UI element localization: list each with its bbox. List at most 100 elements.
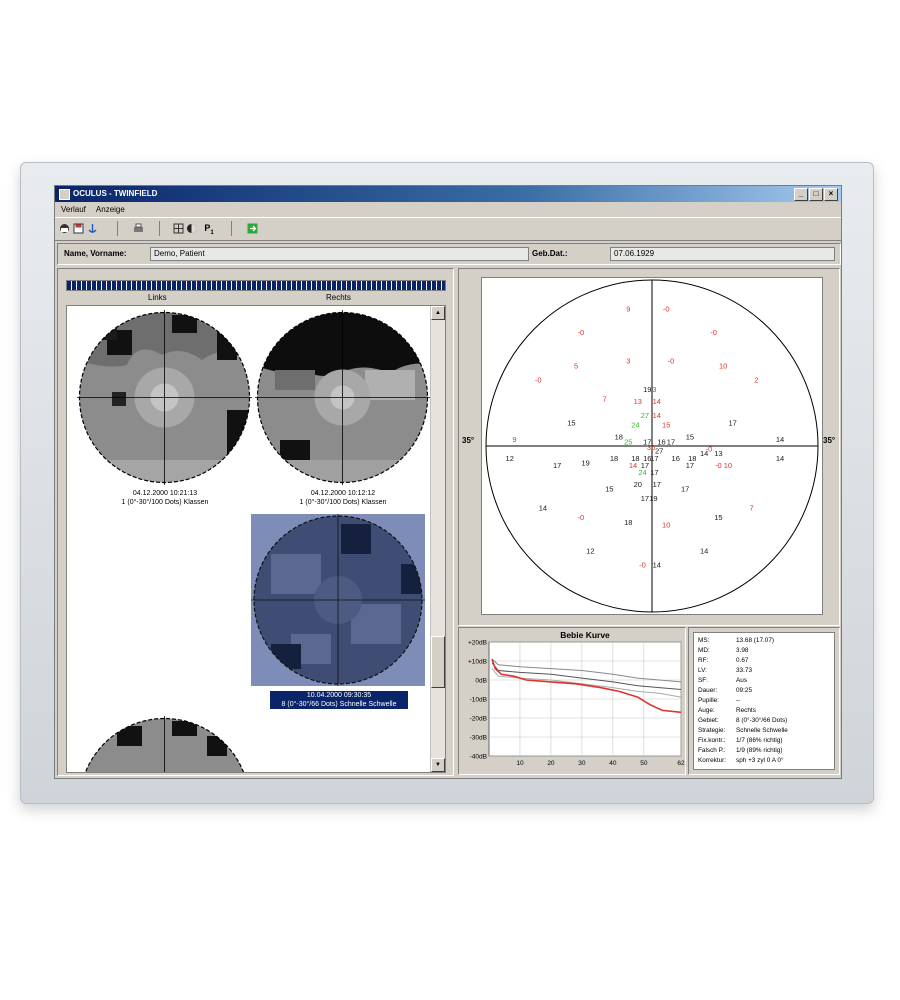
visual-field-map-right[interactable] [255, 310, 430, 485]
save-icon[interactable] [73, 223, 84, 234]
menu-verlauf[interactable]: Verlauf [61, 205, 86, 214]
y-tick-label: +10dB [468, 659, 487, 666]
exam-caption[interactable]: 04.12.2000 10:21:13 1 (0°-30°/100 Dots) K… [75, 489, 255, 507]
y-tick-label: -20dB [470, 716, 487, 723]
toolbar-separator [159, 221, 160, 236]
patient-name-field[interactable]: Demo, Patient [150, 247, 529, 261]
open-icon[interactable] [59, 223, 70, 234]
threshold-value: 24 [631, 421, 639, 430]
stat-row: RF: 0.67 [698, 656, 748, 665]
stat-key: Fix.kontr.: [698, 737, 726, 744]
exit-icon[interactable] [247, 223, 258, 234]
scroll-up-button[interactable]: ▲ [431, 306, 445, 320]
exam-caption-selected[interactable]: 10.04.2000 09:30:35 8 (0°-30°/66 Dots) Sc… [270, 691, 408, 709]
close-button[interactable]: × [824, 188, 838, 201]
anchor-icon[interactable] [87, 223, 98, 234]
threshold-value: 5 [574, 361, 578, 370]
threshold-value: 20 [634, 480, 642, 489]
exam-date: 04.12.2000 10:12:12 [310, 490, 376, 497]
threshold-value: 14 [776, 435, 784, 444]
threshold-value: -0 [535, 376, 542, 385]
toolbar-separator [117, 221, 118, 236]
progress-bar [66, 280, 446, 291]
exam-program: 8 (0°-30°/66 Dots) Schnelle Schwelle [281, 701, 397, 708]
threshold-value: 14 [776, 454, 784, 463]
name-label: Name, Vorname: [64, 249, 127, 258]
stat-key: MD: [698, 647, 710, 654]
stat-row: Falsch P.: 1/9 (89% richtig) [698, 746, 783, 755]
p1-icon[interactable]: P1 [201, 223, 217, 236]
threshold-value: -0 [710, 328, 717, 337]
vertical-scrollbar[interactable]: ▲ ▼ [430, 306, 445, 772]
edge-label-left: 35° [462, 436, 475, 445]
threshold-value: 12 [506, 454, 514, 463]
statistics-box: MS: 13.68 (17.07) MD: 3.98 RF: 0.67 LV: 33.73 SF… [693, 632, 835, 770]
toolbar-separator [231, 221, 232, 236]
print-icon[interactable] [133, 223, 144, 234]
menu-anzeige[interactable]: Anzeige [96, 205, 125, 214]
threshold-value: 18 [615, 433, 623, 442]
visual-field-map-left-partial[interactable] [77, 716, 252, 773]
scroll-down-button[interactable]: ▼ [431, 758, 445, 772]
column-header-left: Links [148, 293, 167, 302]
column-header-right: Rechts [326, 293, 351, 302]
exam-date: 04.12.2000 10:21:13 [132, 490, 198, 497]
threshold-value: 14 [653, 411, 661, 420]
threshold-value: 24 [638, 468, 646, 477]
stat-key: Dauer: [698, 687, 718, 694]
threshold-value: 16 [672, 454, 680, 463]
app-window: OCULUS - TWINFIELD _ □ × Verlauf Anzeige P1… [54, 185, 842, 779]
stat-row: MD: 3.98 [698, 646, 748, 655]
stat-key: Falsch P.: [698, 747, 726, 754]
threshold-value: 15 [686, 433, 694, 442]
progress-fill [67, 281, 445, 290]
threshold-value: 14 [539, 504, 547, 513]
x-tick-label: 20 [547, 760, 555, 767]
threshold-value: 10 [719, 361, 727, 370]
bebie-curve-chart[interactable]: Bebie Kurve +20dB +10dB 0dB -10dB -20dB -30dB… [459, 628, 685, 774]
threshold-value: 13 [714, 449, 722, 458]
threshold-value: 10 [662, 520, 670, 529]
threshold-value: 9 [512, 435, 516, 444]
threshold-value: 18 [624, 518, 632, 527]
stat-key: RF: [698, 657, 709, 664]
scroll-thumb[interactable] [431, 636, 445, 688]
stat-row: Korrektur: sph +3 zyl 0 A 0° [698, 756, 784, 765]
toolbar: P1 [55, 217, 841, 241]
eye-icon[interactable] [186, 223, 197, 234]
stat-key: Auge: [698, 707, 715, 714]
stat-value: 33.73 [736, 667, 752, 674]
threshold-value: 17 [728, 418, 736, 427]
numeric-field-plot[interactable]: 9 -0-0 -053 -010-0 219 37 13 1427 1415 24 15 171825… [482, 278, 822, 614]
exam-thumbnail-list[interactable]: ▲ ▼ 04.12.2000 10:21:13 1 (0°-30°/100 Do… [66, 305, 446, 773]
minimize-button[interactable]: _ [794, 188, 808, 201]
stat-value: 1/7 (86% richtig) [736, 737, 783, 744]
threshold-value: 17 [650, 454, 658, 463]
threshold-value: 14 [700, 546, 708, 555]
threshold-value: 2 [754, 376, 758, 385]
stat-key: SF: [698, 677, 708, 684]
threshold-value: 10 [724, 461, 732, 470]
dob-field[interactable]: 07.06.1929 [610, 247, 835, 261]
threshold-value: 15 [662, 421, 670, 430]
exam-caption[interactable]: 04.12.2000 10:12:12 1 (0°-30°/100 Dots) K… [253, 489, 433, 507]
exam-date: 10.04.2000 09:30:35 [306, 692, 372, 699]
grid-icon[interactable] [173, 223, 184, 234]
y-tick-label: +20dB [468, 640, 487, 647]
selected-exam-highlight[interactable] [251, 514, 425, 686]
stat-key: Korrektur: [698, 757, 727, 764]
title-bar[interactable]: OCULUS - TWINFIELD _ □ × [55, 186, 841, 202]
exam-program: 1 (0°-30°/100 Dots) Klassen [121, 499, 209, 506]
monitor-frame: OCULUS - TWINFIELD _ □ × Verlauf Anzeige P1… [20, 162, 874, 804]
threshold-value: 18 [610, 454, 618, 463]
stat-value: 1/9 (89% richtig) [736, 747, 783, 754]
threshold-value: 9 [626, 304, 630, 313]
threshold-value: 14 [700, 449, 708, 458]
stat-row: Gebiet: 8 (0°-30°/66 Dots) [698, 716, 787, 725]
x-tick-label: 50 [640, 760, 648, 767]
polar-plot-pane: 9 -0 -0 -0 5 3 -0 10 -0 2 19 3 7 13 14 27 14 15 24 15 17 18 25… [458, 268, 840, 626]
visual-field-map-left[interactable] [77, 310, 252, 485]
maximize-button[interactable]: □ [809, 188, 823, 201]
stat-key: Strategie: [698, 727, 726, 734]
threshold-value: 17 [667, 437, 675, 446]
